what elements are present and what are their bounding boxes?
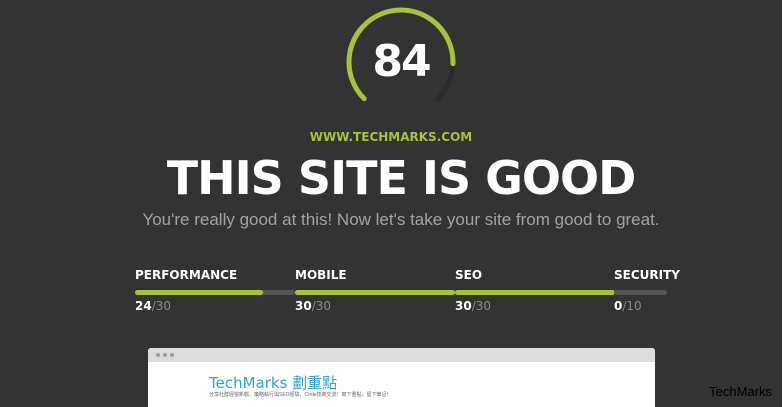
result-headline: THIS SITE IS GOOD	[166, 151, 637, 205]
preview-site-title: TechMarks 劃重點	[209, 374, 338, 392]
metric-label: PERFORMANCE	[135, 268, 238, 282]
score-earned: 24	[135, 299, 152, 313]
progress-fill	[135, 290, 263, 295]
metric-performance: PERFORMANCE 24/30	[135, 268, 295, 316]
window-dot-icon	[156, 353, 160, 357]
progress-track	[135, 290, 295, 295]
window-dot-icon	[170, 353, 174, 357]
progress-fill	[455, 290, 615, 295]
score-max: /10	[622, 299, 642, 313]
score-value: 84	[372, 36, 431, 87]
metric-label: MOBILE	[295, 268, 347, 282]
metric-score: 30/30	[455, 299, 491, 313]
result-tagline: You're really good at this! Now let's ta…	[142, 210, 660, 229]
metric-label: SEO	[455, 268, 483, 282]
score-max: /30	[471, 299, 492, 313]
metric-score: 0/10	[614, 299, 642, 313]
report-panel: 84 WWW.TECHMARKS.COM THIS SITE IS GOOD Y…	[0, 0, 782, 407]
metric-seo: SEO 30/30	[455, 268, 615, 316]
metric-score: 24/30	[135, 299, 171, 313]
metric-label: SECURITY	[614, 268, 680, 282]
score-earned: 30	[295, 299, 312, 313]
metric-score: 30/30	[295, 299, 331, 313]
progress-track	[455, 290, 615, 295]
progress-track	[295, 290, 455, 295]
score-max: /30	[311, 299, 332, 313]
browser-chrome	[148, 348, 655, 362]
site-preview: TechMarks 劃重點 分享社群經營新觀、策略執行與SEO經驗、Code技術…	[148, 348, 655, 407]
site-url[interactable]: WWW.TECHMARKS.COM	[0, 130, 782, 144]
progress-track	[614, 290, 667, 295]
metric-security: SECURITY 0/10	[614, 268, 680, 316]
preview-site-subtitle: 分享社群經營新觀、策略執行與SEO經驗、Code技術交流！寫下重點，留下筆記！	[209, 392, 392, 398]
score-max: /30	[151, 299, 172, 313]
progress-fill	[295, 290, 455, 295]
window-dot-icon	[163, 353, 167, 357]
score-gauge: 84	[339, 4, 463, 112]
metric-mobile: MOBILE 30/30	[295, 268, 455, 316]
score-earned: 30	[455, 299, 472, 313]
watermark: TechMarks	[709, 384, 772, 399]
